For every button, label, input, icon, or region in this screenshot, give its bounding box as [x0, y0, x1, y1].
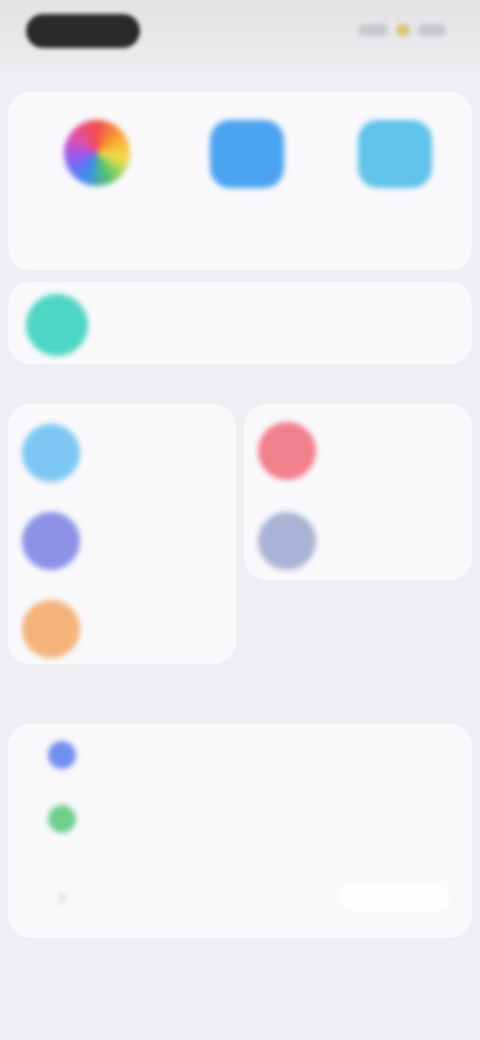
teal-circle-icon — [26, 294, 88, 356]
blue-dot-icon — [48, 741, 76, 769]
quick-action-label — [37, 202, 157, 242]
purple-circle-icon — [22, 512, 80, 570]
color-wheel-icon — [64, 120, 130, 186]
settings-list-card: › — [8, 724, 472, 938]
tile-3[interactable] — [22, 512, 216, 570]
sky-blue-circle-icon — [22, 424, 80, 482]
list-item[interactable] — [8, 788, 472, 850]
quick-action-label — [187, 204, 307, 244]
quick-action-blue[interactable] — [172, 120, 322, 244]
tile-1[interactable] — [22, 424, 216, 482]
light-blue-square-icon — [358, 120, 432, 188]
banner-row[interactable] — [8, 282, 472, 364]
status-icons — [354, 24, 446, 38]
slate-circle-icon — [258, 512, 316, 570]
value-field[interactable] — [340, 882, 450, 912]
signal-icon — [358, 24, 388, 36]
blue-square-icon — [210, 120, 284, 188]
wifi-icon — [396, 24, 410, 36]
quick-action-light-blue[interactable] — [320, 120, 470, 244]
orange-circle-icon — [22, 600, 80, 658]
green-dot-icon — [48, 805, 76, 833]
battery-icon — [418, 24, 446, 36]
tile-card-right — [244, 404, 472, 580]
tile-5[interactable] — [22, 600, 216, 658]
tile-4[interactable] — [258, 512, 452, 570]
dynamic-island — [26, 14, 140, 48]
chevron-icon: › — [58, 884, 66, 909]
quick-actions-card — [8, 92, 472, 270]
list-item[interactable]: › — [8, 866, 472, 928]
tile-card-left — [8, 404, 236, 664]
quick-action-label — [335, 204, 455, 244]
red-circle-icon — [258, 422, 316, 480]
list-item[interactable] — [8, 724, 472, 786]
tile-2[interactable] — [258, 422, 452, 480]
quick-action-color-wheel[interactable] — [22, 120, 172, 242]
status-bar — [0, 0, 480, 72]
